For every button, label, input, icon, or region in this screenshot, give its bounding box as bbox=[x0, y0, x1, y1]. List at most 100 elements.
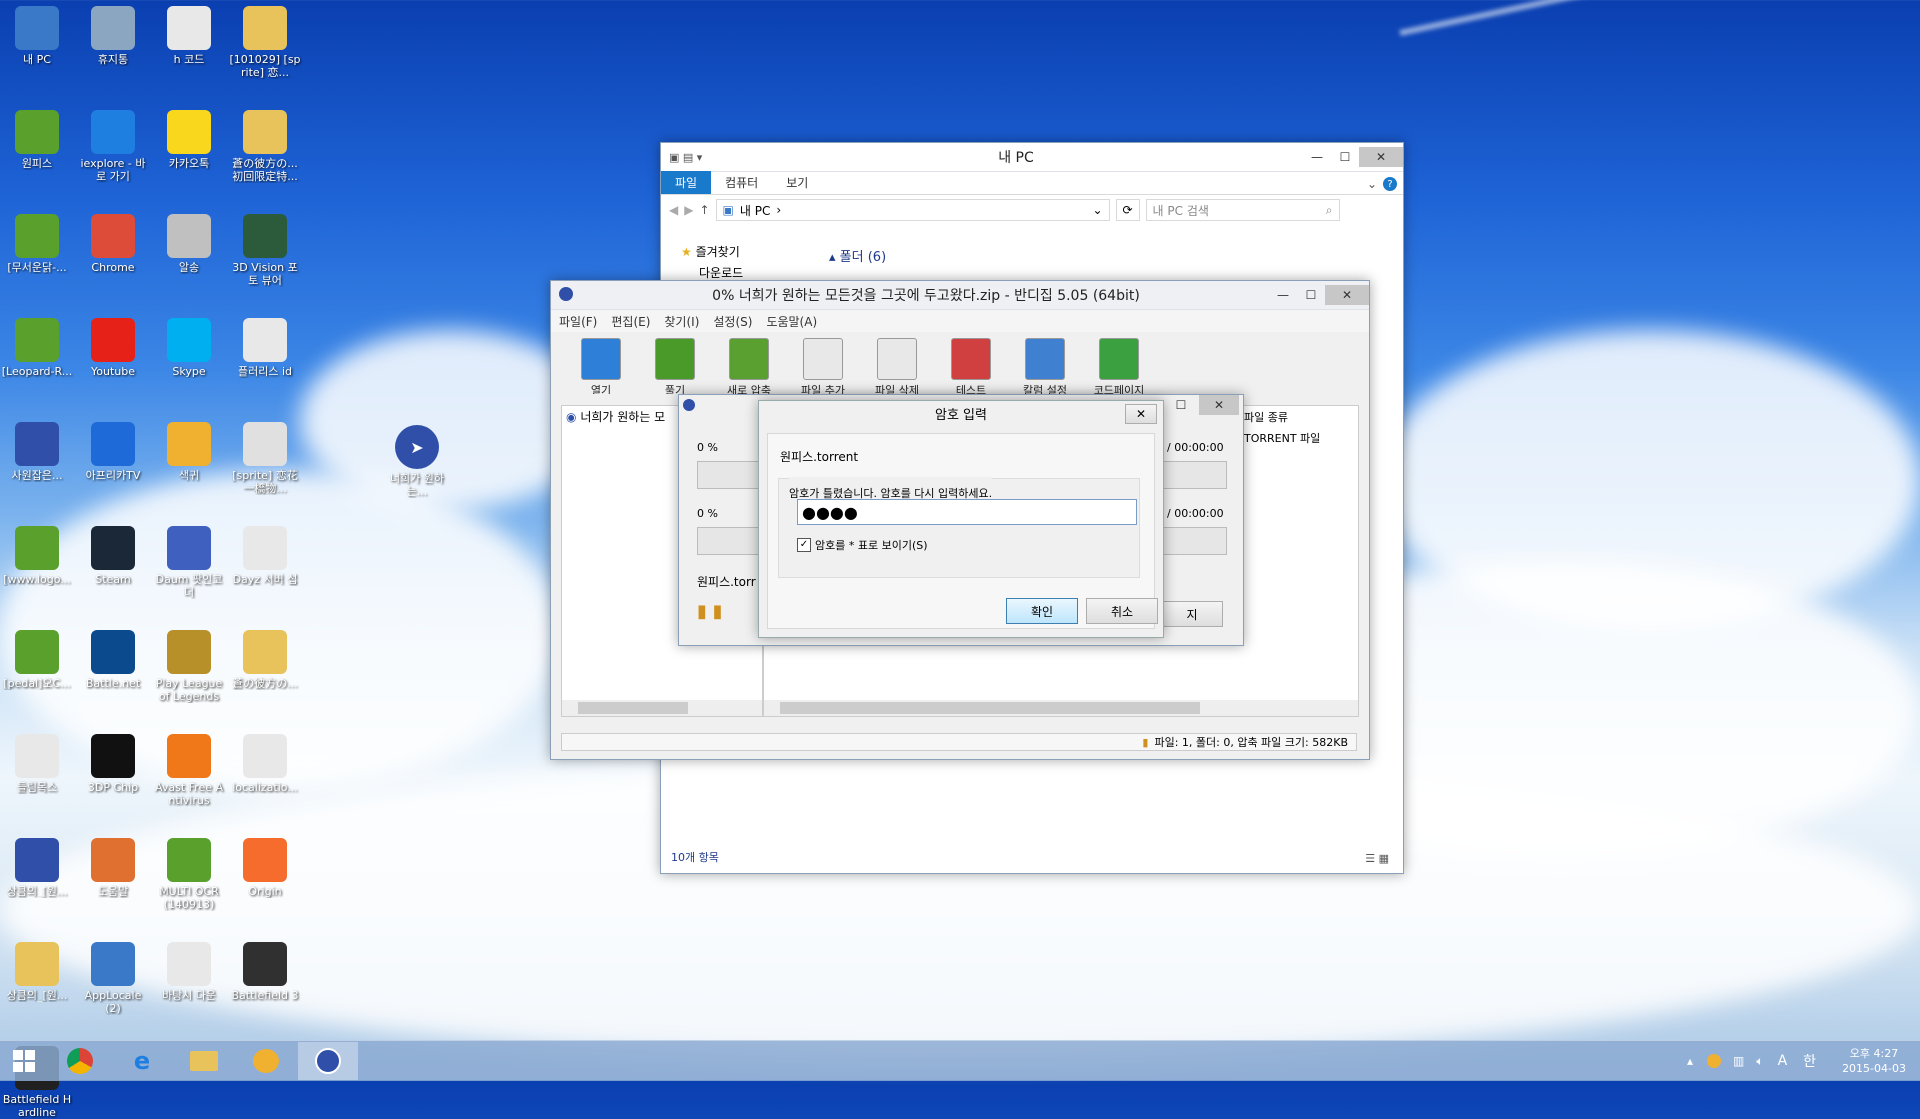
hanja-indicator[interactable]: 한 bbox=[1803, 1051, 1816, 1071]
ok-button[interactable]: 확인 bbox=[1006, 598, 1078, 624]
desktop-icon[interactable]: 상큼의_[원... bbox=[0, 942, 74, 1002]
toolbar-button[interactable]: 코드페이지 bbox=[1087, 338, 1151, 394]
maximize-button[interactable]: ☐ bbox=[1297, 285, 1325, 305]
desktop-icon[interactable]: [www.logo... bbox=[0, 526, 74, 586]
desktop-icon[interactable]: 바탕시 다운 bbox=[152, 942, 226, 1002]
desktop-icon[interactable]: Play League of Legends bbox=[152, 630, 226, 703]
quick-access-icon[interactable]: ▣ ▤ ▾ bbox=[661, 151, 729, 164]
tab-view[interactable]: 보기 bbox=[772, 171, 822, 194]
desktop-icon[interactable]: 들림목스 bbox=[0, 734, 74, 794]
desktop-icon[interactable]: h 코드 bbox=[152, 6, 226, 66]
close-button[interactable]: ✕ bbox=[1325, 285, 1369, 305]
stop-button[interactable]: 지 bbox=[1161, 601, 1223, 627]
menu-find[interactable]: 찾기(I) bbox=[664, 313, 699, 330]
maximize-button[interactable]: ☐ bbox=[1331, 147, 1359, 167]
nav-item-downloads[interactable]: 다운로드 bbox=[681, 264, 743, 281]
refresh-icon[interactable]: ⟳ bbox=[1115, 199, 1140, 221]
desktop-icon[interactable]: Battlefield 3 bbox=[228, 942, 302, 1002]
show-hidden-icons-icon[interactable]: ▴ bbox=[1687, 1054, 1693, 1068]
volume-icon[interactable]: 🔈︎ bbox=[1756, 1054, 1763, 1069]
desktop-icon[interactable]: 플러리스 id bbox=[228, 318, 302, 378]
up-icon[interactable]: ↑ bbox=[699, 203, 709, 217]
maximize-button[interactable]: ☐ bbox=[1167, 395, 1195, 415]
desktop-icon[interactable]: Avast Free Antivirus bbox=[152, 734, 226, 807]
cancel-button[interactable]: 취소 bbox=[1086, 598, 1158, 624]
show-password-checkbox[interactable]: ✓ 암호를 * 표로 보이기(S) bbox=[797, 537, 928, 553]
taskbar-chrome[interactable] bbox=[50, 1042, 110, 1080]
start-button[interactable] bbox=[0, 1042, 48, 1080]
desktop-icon[interactable]: [sprite] 恋花一橋物... bbox=[228, 422, 302, 495]
menu-file[interactable]: 파일(F) bbox=[559, 313, 597, 330]
tray-app-icon[interactable] bbox=[1707, 1054, 1722, 1068]
clock[interactable]: 오후 4:27 2015-04-03 bbox=[1842, 1046, 1906, 1076]
taskbar-bandizip[interactable] bbox=[298, 1042, 358, 1080]
desktop-icon[interactable]: 사원잡은... bbox=[0, 422, 74, 482]
desktop-icon[interactable]: 원피스 bbox=[0, 110, 74, 170]
desktop-icon[interactable]: 아프리카TV bbox=[76, 422, 150, 482]
desktop-icon[interactable]: 蒼の彼方の... 初回限定特... bbox=[228, 110, 302, 183]
help-icon[interactable]: ? bbox=[1383, 177, 1397, 191]
toolbar-button[interactable]: 테스트 bbox=[939, 338, 1003, 394]
desktop-icon[interactable]: 휴지통 bbox=[76, 6, 150, 66]
taskbar-explorer[interactable] bbox=[174, 1042, 234, 1080]
chevron-down-icon[interactable]: ⌄ bbox=[1092, 203, 1102, 217]
password-dialog[interactable]: 암호 입력 ✕ 원피스.torrent 암호가 틀렸습니다. 암호를 다시 입력… bbox=[758, 400, 1164, 638]
group-header[interactable]: ▴ 폴더 (6) bbox=[829, 246, 886, 265]
desktop-icon[interactable]: Youtube bbox=[76, 318, 150, 378]
taskbar-ie[interactable]: e bbox=[112, 1042, 172, 1080]
close-button[interactable]: ✕ bbox=[1359, 147, 1403, 167]
close-button[interactable]: ✕ bbox=[1125, 404, 1157, 424]
desktop-icon[interactable]: Battle.net bbox=[76, 630, 150, 690]
forward-icon[interactable]: ▶ bbox=[684, 203, 693, 217]
password-titlebar[interactable]: 암호 입력 ✕ bbox=[759, 401, 1163, 425]
menu-help[interactable]: 도움말(A) bbox=[766, 313, 817, 330]
desktop-icon[interactable]: [무서운닭-... bbox=[0, 214, 74, 274]
desktop-icon[interactable]: 색귀 bbox=[152, 422, 226, 482]
toolbar-button[interactable]: 풀기 bbox=[643, 338, 707, 394]
desktop-icon[interactable]: Skype bbox=[152, 318, 226, 378]
desktop-icon-bandizip-file[interactable]: ➤ 너희가 원하는... bbox=[380, 425, 454, 498]
desktop-icon[interactable]: 상큼의_[원... bbox=[0, 838, 74, 898]
chevron-down-icon[interactable]: ⌄ bbox=[1361, 174, 1383, 194]
desktop-icon[interactable]: Daum 팟인코더 bbox=[152, 526, 226, 599]
tab-computer[interactable]: 컴퓨터 bbox=[711, 171, 772, 194]
address-bar[interactable]: ▣ 내 PC › ⌄ bbox=[715, 199, 1110, 221]
desktop-icon[interactable]: MULTI OCR (140913) bbox=[152, 838, 226, 911]
desktop-icon[interactable]: localizatio... bbox=[228, 734, 302, 794]
back-icon[interactable]: ◀ bbox=[669, 203, 678, 217]
close-button[interactable]: ✕ bbox=[1199, 395, 1239, 415]
bandizip-titlebar[interactable]: 0% 너희가 원하는 모든것을 그곳에 두고왔다.zip - 반디집 5.05 … bbox=[551, 281, 1369, 310]
column-type[interactable]: 파일 종류 bbox=[1244, 409, 1288, 425]
desktop-icon[interactable]: 3DP Chip bbox=[76, 734, 150, 794]
desktop-icon[interactable]: [pedal]오C... bbox=[0, 630, 74, 690]
explorer-titlebar[interactable]: ▣ ▤ ▾ 내 PC — ☐ ✕ bbox=[661, 143, 1403, 172]
toolbar-button[interactable]: 파일 삭제 bbox=[865, 338, 929, 394]
desktop-icon[interactable]: Steam bbox=[76, 526, 150, 586]
desktop-icon[interactable]: 카카오톡 bbox=[152, 110, 226, 170]
scrollbar[interactable] bbox=[562, 700, 762, 716]
view-toggle-icon[interactable]: ☰ ▦ bbox=[1365, 852, 1389, 865]
menu-settings[interactable]: 설정(S) bbox=[713, 313, 752, 330]
desktop-icon[interactable]: Dayz 서버 섭 bbox=[228, 526, 302, 586]
desktop-icon[interactable]: [101029] [sprite] 恋... bbox=[228, 6, 302, 79]
desktop-icon[interactable]: 도움말 bbox=[76, 838, 150, 898]
nav-item-favorites[interactable]: ★ 즐겨찾기 bbox=[681, 243, 743, 260]
toolbar-button[interactable]: 열기 bbox=[569, 338, 633, 394]
desktop-icon[interactable]: Origin bbox=[228, 838, 302, 898]
desktop-icon[interactable]: AppLocale (2) bbox=[76, 942, 150, 1015]
network-icon[interactable]: ▥ bbox=[1733, 1054, 1744, 1068]
desktop-icon[interactable]: Chrome bbox=[76, 214, 150, 274]
desktop-icon[interactable]: 3D Vision 포토 뷰어 bbox=[228, 214, 302, 287]
toolbar-button[interactable]: 새로 압축 bbox=[717, 338, 781, 394]
search-input[interactable]: 내 PC 검색 ⌕ bbox=[1145, 199, 1340, 221]
tab-file[interactable]: 파일 bbox=[661, 171, 712, 194]
ime-mode-indicator[interactable]: A bbox=[1778, 1053, 1788, 1069]
desktop-icon[interactable]: iexplore - 바로 가기 bbox=[76, 110, 150, 183]
password-input[interactable]: ●●●● bbox=[797, 499, 1137, 525]
checkbox[interactable]: ✓ bbox=[797, 538, 811, 552]
scrollbar[interactable] bbox=[764, 700, 1358, 716]
taskbar-palette[interactable] bbox=[236, 1042, 296, 1080]
desktop-icon[interactable]: 蒼の彼方の... bbox=[228, 630, 302, 690]
minimize-button[interactable]: — bbox=[1269, 285, 1297, 305]
desktop-icon[interactable]: [Leopard-R... bbox=[0, 318, 74, 378]
